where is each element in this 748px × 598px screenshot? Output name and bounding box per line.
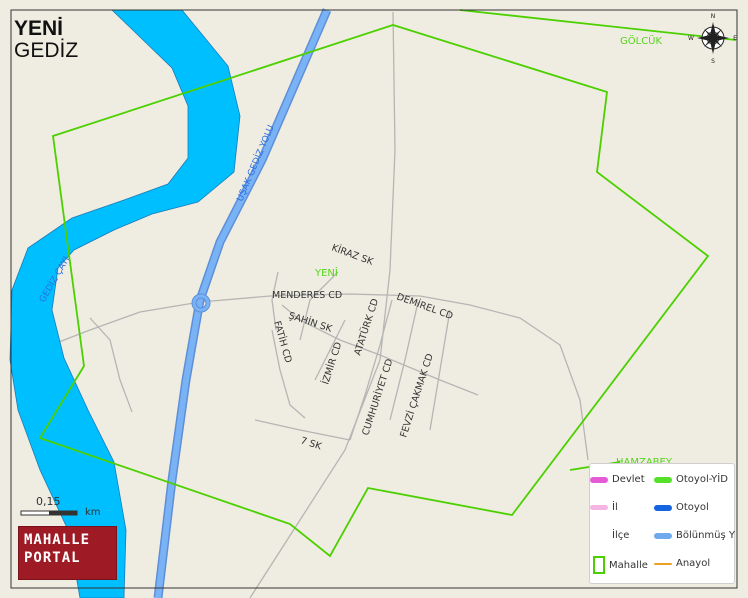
map-legend: Devlet Otoyol-YİD İl Otoyol İlçe Bölünmü… [589, 463, 735, 584]
legend-bolunmus-label: Bölünmüş Y [676, 530, 736, 541]
legend-mahalle: Mahalle [593, 556, 648, 574]
compass-e: E [733, 35, 737, 42]
label-yeni: YENİ [314, 266, 338, 279]
legend-anayol-swatch [654, 562, 672, 565]
compass-w: W [688, 35, 694, 42]
compass-n: N [711, 13, 716, 20]
scale-unit: km [85, 507, 101, 518]
legend-otoyol-yid: Otoyol-YİD [654, 474, 728, 485]
legend-ilce-label: İlçe [612, 530, 630, 541]
legend-mahalle-label: Mahalle [609, 559, 648, 571]
legend-otoyol-label: Otoyol [676, 502, 709, 513]
legend-otoyol: Otoyol [654, 502, 709, 513]
map-title: YENİ GEDİZ [14, 17, 79, 63]
legend-il-swatch [590, 505, 608, 510]
legend-otoyol-yid-swatch [654, 476, 672, 483]
title-main: YENİ [14, 17, 64, 40]
scale-value: 0,15 [36, 495, 61, 508]
portal-line1: MAHALLE [24, 532, 91, 548]
legend-mahalle-swatch [593, 556, 605, 574]
legend-bolunmus-swatch [654, 532, 672, 539]
legend-anayol-label: Anayol [676, 558, 711, 569]
label-menderes-cd: MENDERES CD [272, 290, 342, 301]
legend-ilce: İlçe [590, 530, 629, 541]
legend-devlet-label: Devlet [612, 474, 645, 485]
portal-line2: PORTAL [24, 550, 81, 566]
legend-bolunmus: Bölünmüş Y [654, 530, 735, 541]
compass-s: S [711, 58, 715, 65]
legend-anayol: Anayol [654, 558, 710, 569]
legend-otoyol-swatch [654, 504, 672, 511]
legend-devlet: Devlet [590, 474, 645, 485]
label-golcuk: GÖLCÜK [620, 34, 662, 47]
scale-bar [20, 510, 78, 516]
legend-il-label: İl [612, 502, 618, 513]
title-sub: GEDİZ [14, 39, 79, 63]
mahalle-portal-logo[interactable]: MAHALLE PORTAL [18, 526, 117, 580]
legend-devlet-swatch [590, 476, 608, 483]
legend-otoyol-yid-label: Otoyol-YİD [676, 474, 728, 485]
legend-ilce-swatch [590, 533, 608, 539]
legend-il: İl [590, 502, 618, 513]
